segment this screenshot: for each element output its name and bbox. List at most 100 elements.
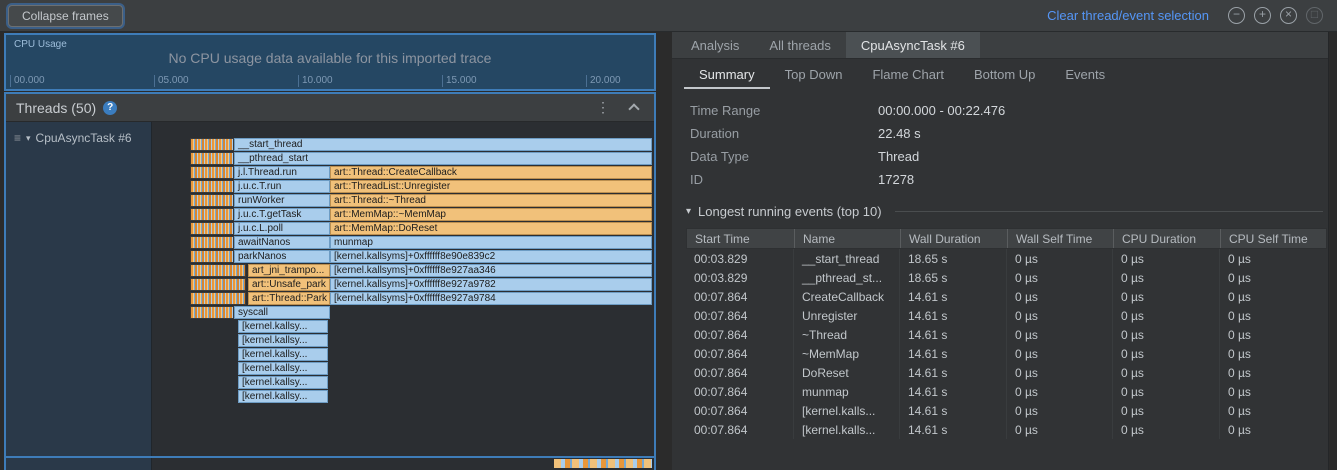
collapsed-frames-stripes[interactable]: [190, 250, 234, 263]
tab-cpuasynctask-6[interactable]: CpuAsyncTask #6: [846, 32, 980, 58]
flame-row: [kernel.kallsy...: [152, 320, 654, 333]
summary-value: Thread: [878, 149, 919, 164]
flame-row: parkNanos[kernel.kallsyms]+0xffffff8e90e…: [152, 250, 654, 263]
drag-handle-icon[interactable]: ≡: [14, 131, 21, 145]
event-cell: __start_thread: [794, 249, 900, 268]
subtab-flame-chart[interactable]: Flame Chart: [857, 59, 959, 89]
collapsed-frames-stripes[interactable]: [190, 138, 234, 151]
event-row[interactable]: 00:07.864Unregister14.61 s0 µs0 µs0 µs: [686, 306, 1327, 325]
next-track-chart: [152, 458, 654, 470]
event-row[interactable]: 00:03.829__start_thread18.65 s0 µs0 µs0 …: [686, 249, 1327, 268]
collapsed-frames-stripes[interactable]: [190, 194, 234, 207]
flame-frame[interactable]: j.u.c.L.poll: [234, 222, 330, 235]
flame-row: [kernel.kallsy...: [152, 390, 654, 403]
events-section-header[interactable]: ▾ Longest running events (top 10): [686, 204, 1323, 219]
tab-analysis[interactable]: Analysis: [676, 32, 754, 58]
flame-frame[interactable]: [kernel.kallsy...: [238, 334, 328, 347]
event-cell: 0 µs: [1220, 363, 1327, 382]
column-header-name[interactable]: Name: [795, 229, 901, 248]
collapsed-frames-stripes[interactable]: [190, 278, 246, 291]
collapsed-frames-stripes[interactable]: [190, 264, 246, 277]
collapsed-frames-stripes[interactable]: [190, 166, 234, 179]
event-row[interactable]: 00:07.864munmap14.61 s0 µs0 µs0 µs: [686, 382, 1327, 401]
event-row[interactable]: 00:07.864DoReset14.61 s0 µs0 µs0 µs: [686, 363, 1327, 382]
flame-frame[interactable]: art_jni_trampo...: [248, 264, 330, 277]
flame-frame[interactable]: [kernel.kallsy...: [238, 320, 328, 333]
reset-zoom-icon[interactable]: ×: [1280, 7, 1297, 24]
collapsed-frames-stripes[interactable]: [190, 306, 234, 319]
cpu-usage-title: CPU Usage: [14, 39, 67, 50]
event-row[interactable]: 00:07.864CreateCallback14.61 s0 µs0 µs0 …: [686, 287, 1327, 306]
flame-frame[interactable]: art::Thread::~Thread: [330, 194, 652, 207]
event-row[interactable]: 00:07.864~Thread14.61 s0 µs0 µs0 µs: [686, 325, 1327, 344]
event-cell: 0 µs: [1220, 249, 1327, 268]
flame-frame[interactable]: [kernel.kallsyms]+0xffffff8e927aa346: [330, 264, 652, 277]
column-header-cpu-self-time[interactable]: CPU Self Time: [1221, 229, 1326, 248]
clear-selection-link[interactable]: Clear thread/event selection: [1047, 8, 1209, 23]
flame-frame[interactable]: runWorker: [234, 194, 330, 207]
flame-frame[interactable]: j.u.c.T.getTask: [234, 208, 330, 221]
event-cell: 00:07.864: [686, 363, 794, 382]
thread-label[interactable]: ≡ ▾ CpuAsyncTask #6: [6, 122, 151, 145]
flame-frame[interactable]: [kernel.kallsyms]+0xffffff8e927a9784: [330, 292, 652, 305]
scrollbar-rail[interactable]: [1328, 32, 1337, 470]
flame-frame[interactable]: [kernel.kallsy...: [238, 390, 328, 403]
cpu-usage-panel[interactable]: CPU Usage No CPU usage data available fo…: [4, 33, 656, 91]
zoom-in-icon[interactable]: +: [1254, 7, 1271, 24]
event-row[interactable]: 00:07.864[kernel.kalls...14.61 s0 µs0 µs…: [686, 401, 1327, 420]
flame-frame[interactable]: [kernel.kallsy...: [238, 376, 328, 389]
zoom-to-selection-icon[interactable]: □: [1306, 7, 1323, 24]
column-header-start-time[interactable]: Start Time: [687, 229, 795, 248]
column-header-cpu-duration[interactable]: CPU Duration: [1114, 229, 1221, 248]
flame-frame[interactable]: munmap: [330, 236, 652, 249]
flame-frame[interactable]: j.u.c.T.run: [234, 180, 330, 193]
collapsed-frames-stripes[interactable]: [190, 222, 234, 235]
collapse-chevron-icon[interactable]: [628, 103, 639, 114]
flame-row: art::Thread::Park[kernel.kallsyms]+0xfff…: [152, 292, 654, 305]
flame-frame[interactable]: [kernel.kallsy...: [238, 348, 328, 361]
flame-frame[interactable]: awaitNanos: [234, 236, 330, 249]
section-collapse-icon[interactable]: ▾: [686, 206, 691, 217]
flame-frame[interactable]: __start_thread: [234, 138, 652, 151]
kebab-menu-icon[interactable]: ⋮: [596, 99, 610, 116]
subtab-events[interactable]: Events: [1050, 59, 1120, 89]
expand-arrow-icon[interactable]: ▾: [26, 133, 31, 144]
flame-frame[interactable]: art::ThreadList::Unregister: [330, 180, 652, 193]
collapse-frames-button[interactable]: Collapse frames: [8, 5, 123, 27]
flame-frame[interactable]: art::Thread::CreateCallback: [330, 166, 652, 179]
details-subtabs: SummaryTop DownFlame ChartBottom UpEvent…: [672, 59, 1337, 89]
collapsed-frames-stripes[interactable]: [190, 152, 234, 165]
tab-all-threads[interactable]: All threads: [754, 32, 845, 58]
event-row[interactable]: 00:07.864~MemMap14.61 s0 µs0 µs0 µs: [686, 344, 1327, 363]
flame-frame[interactable]: parkNanos: [234, 250, 330, 263]
flame-frame[interactable]: art::Unsafe_park: [248, 278, 330, 291]
collapsed-frames-stripes[interactable]: [190, 180, 234, 193]
zoom-out-icon[interactable]: −: [1228, 7, 1245, 24]
flame-frame[interactable]: __pthread_start: [234, 152, 652, 165]
event-cell: 14.61 s: [900, 325, 1007, 344]
flame-frame[interactable]: [kernel.kallsyms]+0xffffff8e927a9782: [330, 278, 652, 291]
collapsed-frames-stripes[interactable]: [190, 236, 234, 249]
flame-frame[interactable]: [kernel.kallsyms]+0xffffff8e90e839c2: [330, 250, 652, 263]
flame-frame[interactable]: [kernel.kallsy...: [238, 362, 328, 375]
event-row[interactable]: 00:07.864[kernel.kalls...14.61 s0 µs0 µs…: [686, 420, 1327, 439]
collapsed-frames-stripes[interactable]: [190, 292, 246, 305]
flame-frame[interactable]: art::Thread::Park: [248, 292, 330, 305]
subtab-top-down[interactable]: Top Down: [770, 59, 858, 89]
flame-frame[interactable]: j.l.Thread.run: [234, 166, 330, 179]
event-cell: 0 µs: [1007, 420, 1113, 439]
threads-panel: Threads (50) ? ⋮ ≡ ▾ CpuAsyncTask #6 __s…: [4, 92, 656, 470]
subtab-summary[interactable]: Summary: [684, 59, 770, 89]
help-icon[interactable]: ?: [103, 101, 117, 115]
column-header-wall-self-time[interactable]: Wall Self Time: [1008, 229, 1114, 248]
subtab-bottom-up[interactable]: Bottom Up: [959, 59, 1050, 89]
flame-frame[interactable]: art::MemMap::~MemMap: [330, 208, 652, 221]
events-table-body: 00:03.829__start_thread18.65 s0 µs0 µs0 …: [686, 249, 1327, 439]
flame-frame[interactable]: syscall: [234, 306, 330, 319]
event-row[interactable]: 00:03.829__pthread_st...18.65 s0 µs0 µs0…: [686, 268, 1327, 287]
collapsed-frames-stripes[interactable]: [190, 208, 234, 221]
next-track-frames[interactable]: [554, 459, 652, 468]
event-cell: 14.61 s: [900, 344, 1007, 363]
column-header-wall-duration[interactable]: Wall Duration: [901, 229, 1008, 248]
flame-frame[interactable]: art::MemMap::DoReset: [330, 222, 652, 235]
